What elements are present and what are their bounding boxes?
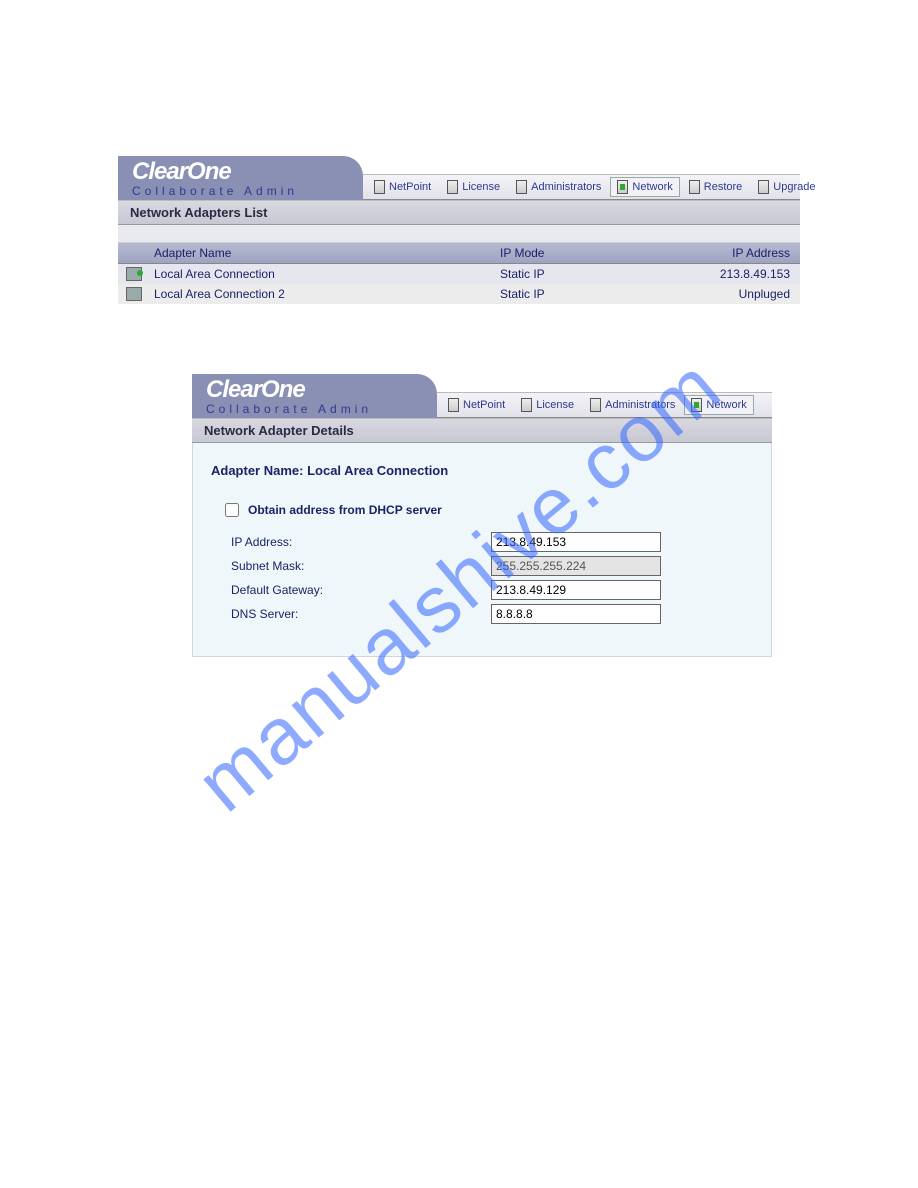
brand-area: ClearOne Collaborate Admin [192,374,437,418]
tab-label: Administrators [531,181,601,193]
tab-restore[interactable]: Restore [682,177,750,197]
tab-label: Network [706,399,746,411]
tab-label: Network [632,181,672,193]
column-ip-mode: IP Mode [500,246,680,260]
nic-connected-icon [126,267,142,281]
tab-netpoint[interactable]: NetPoint [441,395,512,415]
adapter-name-line: Adapter Name: Local Area Connection [211,463,753,478]
brand-logo: ClearOne [118,156,363,186]
dns-server-label: DNS Server: [231,607,491,621]
table-row[interactable]: Local Area Connection Static IP 213.8.49… [118,264,800,284]
adapter-name-value: Local Area Connection [307,463,448,478]
ip-address-input[interactable] [491,532,661,552]
adapter-ip: 213.8.49.153 [680,267,800,281]
tab-administrators[interactable]: Administrators [583,395,682,415]
adapter-ip: Unpluged [680,287,800,301]
panel1-header: ClearOne Collaborate Admin NetPoint Lice… [118,156,800,200]
tab-label: NetPoint [463,399,505,411]
default-gateway-row: Default Gateway: [231,580,753,600]
brand-subtitle: Collaborate Admin [192,402,437,416]
brand-area: ClearOne Collaborate Admin [118,156,363,200]
nic-disconnected-icon [126,287,142,301]
page-icon [447,180,458,194]
default-gateway-label: Default Gateway: [231,583,491,597]
adapter-link[interactable]: Local Area Connection 2 [154,287,285,301]
tab-label: License [462,181,500,193]
ip-address-row: IP Address: [231,532,753,552]
page-icon [374,180,385,194]
page-icon [691,398,702,412]
tab-license[interactable]: License [514,395,581,415]
section-title: Network Adapter Details [192,418,772,443]
tab-label: Upgrade [773,181,815,193]
panel1-tabs: NetPoint License Administrators Network … [363,174,800,200]
page-icon [617,180,628,194]
tab-label: NetPoint [389,181,431,193]
dhcp-label: Obtain address from DHCP server [248,503,442,517]
spacer-row [118,225,800,243]
tab-label: Restore [704,181,743,193]
tab-label: License [536,399,574,411]
page-icon [689,180,700,194]
dns-server-row: DNS Server: [231,604,753,624]
subnet-mask-label: Subnet Mask: [231,559,491,573]
adapter-name-label: Adapter Name: [211,463,303,478]
panel2-header: ClearOne Collaborate Admin NetPoint Lice… [192,374,772,418]
dhcp-checkbox[interactable] [225,503,239,517]
adapter-details-window: ClearOne Collaborate Admin NetPoint Lice… [192,374,772,657]
page-icon [590,398,601,412]
column-ip-address: IP Address [680,246,800,260]
details-form: Adapter Name: Local Area Connection Obta… [192,443,772,657]
tab-license[interactable]: License [440,177,507,197]
adapters-list-window: ClearOne Collaborate Admin NetPoint Lice… [118,156,800,304]
tab-administrators[interactable]: Administrators [509,177,608,197]
default-gateway-input[interactable] [491,580,661,600]
table-row[interactable]: Local Area Connection 2 Static IP Unplug… [118,284,800,304]
tab-netpoint[interactable]: NetPoint [367,177,438,197]
page-icon [448,398,459,412]
page-icon [521,398,532,412]
panel2-tabs: NetPoint License Administrators Network [437,392,772,418]
tab-upgrade[interactable]: Upgrade [751,177,822,197]
column-adapter-name: Adapter Name [148,246,500,260]
page-icon [516,180,527,194]
dns-server-input[interactable] [491,604,661,624]
table-header: Adapter Name IP Mode IP Address [118,243,800,264]
ip-address-label: IP Address: [231,535,491,549]
adapter-link[interactable]: Local Area Connection [154,267,275,281]
tab-network[interactable]: Network [684,395,753,415]
brand-logo: ClearOne [192,374,437,404]
subnet-mask-input[interactable] [491,556,661,576]
adapter-mode: Static IP [500,267,680,281]
subnet-mask-row: Subnet Mask: [231,556,753,576]
tab-network[interactable]: Network [610,177,679,197]
section-title: Network Adapters List [118,200,800,225]
brand-subtitle: Collaborate Admin [118,184,363,198]
tab-label: Administrators [605,399,675,411]
adapter-mode: Static IP [500,287,680,301]
page-icon [758,180,769,194]
dhcp-row: Obtain address from DHCP server [221,500,753,520]
